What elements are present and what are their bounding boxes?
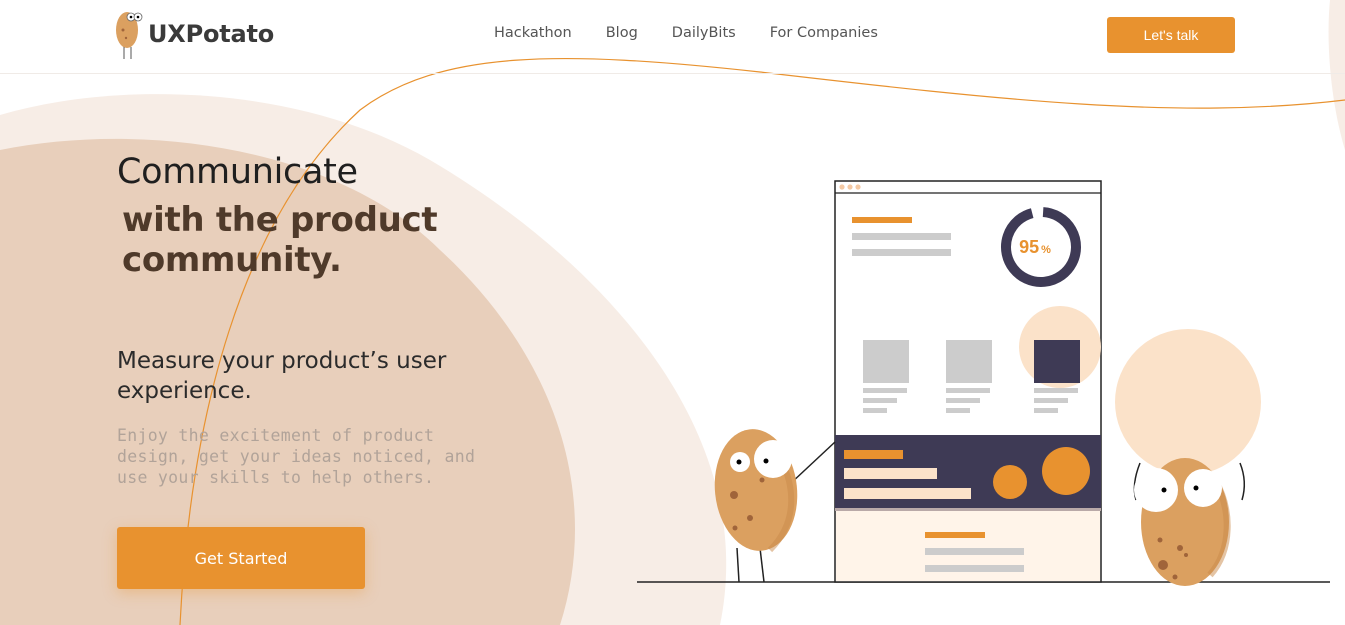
hero-subheadline: Measure your product’s user experience. xyxy=(117,348,447,404)
brand-name: UXPotato xyxy=(148,20,275,48)
nav-link-for-companies[interactable]: For Companies xyxy=(770,25,878,41)
hero-description: Enjoy the excitement of product design, … xyxy=(117,426,476,487)
browser-dot xyxy=(839,184,845,190)
potato-logo-icon xyxy=(114,8,144,60)
brand-logo[interactable]: UXPotato xyxy=(114,8,274,60)
browser-dot xyxy=(847,184,853,190)
potato-right-character xyxy=(1133,458,1246,586)
lets-talk-button[interactable]: Let's talk xyxy=(1107,17,1235,53)
top-navbar: UXPotato Hackathon Blog DailyBits For Co… xyxy=(0,0,1345,74)
potato-left-character xyxy=(714,429,836,583)
nav-link-hackathon[interactable]: Hackathon xyxy=(494,25,572,41)
carried-circle xyxy=(1115,329,1261,475)
get-started-button[interactable]: Get Started xyxy=(117,527,365,589)
nav-link-dailybits[interactable]: DailyBits xyxy=(672,25,736,41)
browser-dot xyxy=(855,184,861,190)
main-nav: Hackathon Blog DailyBits For Companies xyxy=(494,25,912,41)
nav-link-blog[interactable]: Blog xyxy=(606,25,638,41)
hero-headline-line1: Communicate xyxy=(117,152,358,192)
hero-headline-line2: with the product community. xyxy=(122,200,438,280)
